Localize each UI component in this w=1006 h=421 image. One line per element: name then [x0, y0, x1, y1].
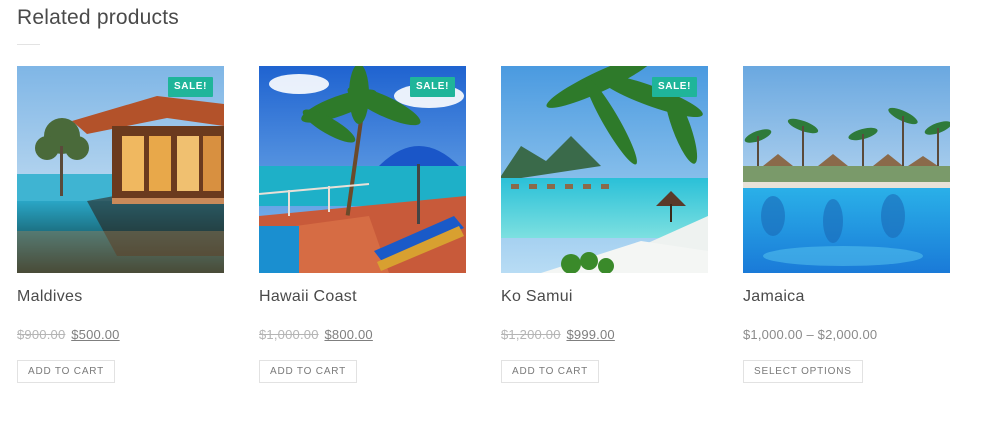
products-grid: SALE! Maldives $900.00 $500.00 ADD TO CA… — [17, 66, 950, 383]
sale-badge: SALE! — [168, 77, 213, 97]
product-price: $1,000.00 $800.00 — [259, 327, 466, 343]
product-price: $1,200.00 $999.00 — [501, 327, 708, 343]
sale-price: $800.00 — [324, 327, 373, 342]
product-card-hawaii-coast: SALE! Hawaii Coast $1,000.00 $800.00 ADD… — [259, 66, 466, 383]
related-products-page: Related products SALE! Maldives $900.00 … — [0, 0, 1006, 421]
product-image-jamaica[interactable] — [743, 66, 950, 273]
title-divider — [17, 44, 40, 45]
add-to-cart-button[interactable]: ADD TO CART — [501, 360, 600, 383]
add-to-cart-button[interactable]: ADD TO CART — [17, 360, 116, 383]
product-card-jamaica: Jamaica $1,000.00 – $2,000.00 SELECT OPT… — [743, 66, 950, 383]
product-card-maldives: SALE! Maldives $900.00 $500.00 ADD TO CA… — [17, 66, 224, 383]
product-name[interactable]: Jamaica — [743, 288, 950, 308]
product-image-maldives[interactable]: SALE! — [17, 66, 224, 273]
product-price-range: $1,000.00 – $2,000.00 — [743, 327, 878, 342]
sale-price: $999.00 — [566, 327, 615, 342]
add-to-cart-button[interactable]: ADD TO CART — [259, 360, 358, 383]
select-options-button[interactable]: SELECT OPTIONS — [743, 360, 863, 383]
section-title: Related products — [17, 6, 179, 29]
product-name[interactable]: Hawaii Coast — [259, 288, 466, 308]
product-price: $900.00 $500.00 — [17, 327, 224, 343]
resort-pool-image — [743, 66, 950, 273]
old-price: $1,000.00 — [259, 327, 319, 342]
lagoon-palms-image — [501, 66, 708, 273]
product-card-ko-samui: SALE! Ko Samui $1,200.00 $999.00 ADD TO … — [501, 66, 708, 383]
product-name[interactable]: Maldives — [17, 288, 224, 308]
sale-badge: SALE! — [410, 77, 455, 97]
resort-villa-image — [17, 66, 224, 273]
old-price: $1,200.00 — [501, 327, 561, 342]
sale-price: $500.00 — [71, 327, 120, 342]
product-image-ko-samui[interactable]: SALE! — [501, 66, 708, 273]
product-image-hawaii-coast[interactable]: SALE! — [259, 66, 466, 273]
palm-terrace-image — [259, 66, 466, 273]
product-name[interactable]: Ko Samui — [501, 288, 708, 308]
sale-badge: SALE! — [652, 77, 697, 97]
old-price: $900.00 — [17, 327, 66, 342]
